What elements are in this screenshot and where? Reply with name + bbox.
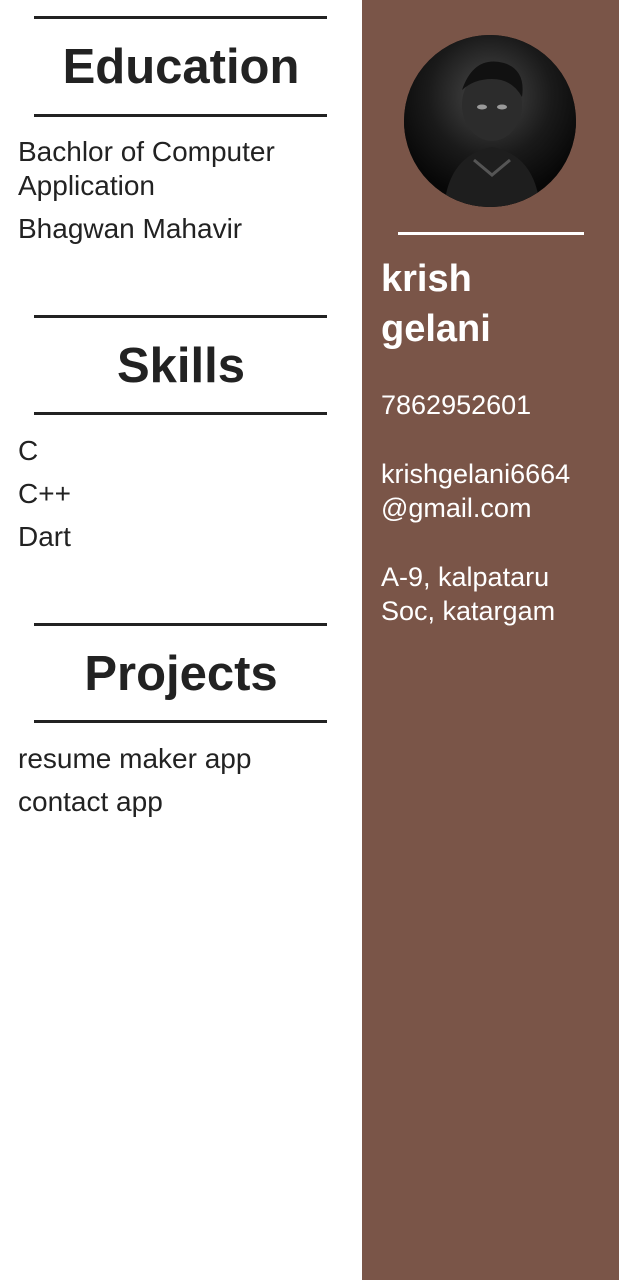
main-column: Education Bachlor of Computer Applicatio… xyxy=(0,0,362,1280)
project-item: resume maker app xyxy=(18,743,252,774)
projects-heading: Projects xyxy=(84,647,278,701)
skill-item: C xyxy=(18,435,39,466)
profile-email-line1: krishgelani6664 xyxy=(381,459,571,489)
profile-address-line2: Soc, katargam xyxy=(381,596,556,626)
projects-bottom-divider xyxy=(34,720,327,723)
skills-top-divider xyxy=(34,315,327,318)
profile-phone: 7862952601 xyxy=(381,390,532,420)
education-bottom-divider xyxy=(34,114,327,117)
education-degree-line2: Application xyxy=(18,170,155,201)
projects-top-divider xyxy=(34,623,327,626)
skills-heading: Skills xyxy=(116,339,246,393)
profile-divider xyxy=(398,232,584,235)
education-institute: Bhagwan Mahavir xyxy=(18,213,243,244)
project-item: contact app xyxy=(18,786,163,817)
profile-email-line2: @gmail.com xyxy=(381,493,532,523)
profile-address-line1: A-9, kalpataru xyxy=(381,562,550,592)
skill-item: Dart xyxy=(18,521,71,552)
education-top-divider xyxy=(34,16,327,19)
profile-first-name: krish xyxy=(381,258,472,300)
education-degree-line1: Bachlor of Computer xyxy=(18,136,275,167)
avatar xyxy=(404,35,576,207)
avatar-portrait-image xyxy=(404,35,576,207)
profile-last-name: gelani xyxy=(381,308,491,350)
skill-item: C++ xyxy=(18,478,71,509)
education-heading: Education xyxy=(62,40,300,94)
skills-bottom-divider xyxy=(34,412,327,415)
